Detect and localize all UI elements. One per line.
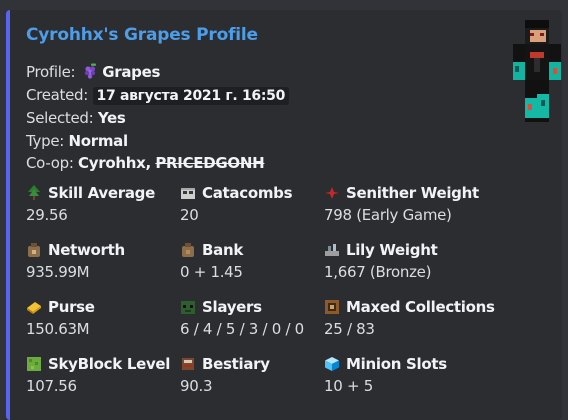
field-value: 0 + 1.45 (180, 263, 243, 281)
field-name: Bestiary (202, 355, 270, 373)
created-label: Created: (26, 85, 89, 104)
field-name: Maxed Collections (346, 298, 495, 316)
field-skill-average: Skill Average 29.56 (26, 182, 155, 224)
skull-icon (181, 188, 195, 199)
bestiary-book-icon (182, 358, 194, 370)
field-name: Slayers (202, 298, 262, 316)
field-name: SkyBlock Level (48, 355, 171, 373)
profile-label: Profile: (26, 63, 76, 81)
coop-label: Co-op: (26, 154, 74, 172)
field-value: 107.56 (26, 377, 77, 395)
field-name: Catacombs (202, 184, 293, 202)
type-value: Normal (68, 131, 128, 150)
profile-value: Grapes (102, 63, 161, 81)
field-name: Minion Slots (346, 355, 447, 373)
profile-embed: Cyrohhx's Grapes Profile Profile: Grapes… (6, 10, 562, 420)
field-slayers: Slayers 6 / 4 / 5 / 3 / 0 / 0 (180, 296, 304, 338)
type-label: Type: (26, 131, 65, 150)
field-maxed-collections: Maxed Collections 25 / 83 (324, 296, 495, 338)
gold-coin-icon (27, 302, 41, 314)
lily-weight-icon (325, 244, 339, 256)
skill-tree-icon (28, 185, 40, 200)
selected-row: Selected: Yes (26, 107, 289, 130)
slayer-head-icon (181, 301, 195, 314)
field-bestiary: Bestiary 90.3 (180, 353, 270, 395)
coop-separator: , (145, 154, 151, 172)
field-purse: Purse 150.63M (26, 296, 95, 338)
field-skyblock-level: SkyBlock Level 107.56 (26, 353, 170, 395)
item-frame-icon (325, 300, 339, 314)
field-minion-slots: Minion Slots 10 + 5 (324, 353, 447, 395)
coop-row: Co-op: Cyrohhx, PRICEDGONH (26, 152, 289, 175)
field-name: Purse (48, 298, 95, 316)
field-value: 6 / 4 / 5 / 3 / 0 / 0 (180, 320, 304, 338)
embed-title: Cyrohhx's Grapes Profile (26, 25, 258, 45)
field-lily-weight: Lily Weight 1,667 (Bronze) (324, 239, 438, 281)
field-name: Networth (48, 241, 125, 259)
field-senither-weight: Senither Weight 798 (Early Game) (324, 182, 479, 224)
field-name: Senither Weight (346, 184, 479, 202)
field-value: 1,667 (Bronze) (324, 263, 432, 281)
grass-block-icon (27, 357, 41, 371)
coop-member: Cyrohhx (78, 154, 146, 172)
previous-message-strip (0, 0, 568, 10)
field-bank: Bank 0 + 1.45 (180, 239, 243, 281)
field-networth: Networth 935.99M (26, 239, 125, 281)
bank-bag-icon (182, 243, 194, 257)
grapes-icon (84, 63, 96, 79)
type-row: Type: Normal (26, 130, 289, 153)
field-name: Lily Weight (346, 241, 438, 259)
field-value: 25 / 83 (324, 320, 375, 338)
red-star-icon (325, 187, 339, 199)
field-value: 150.63M (26, 320, 90, 338)
coop-member-struck: PRICEDGONH (155, 154, 265, 172)
field-value: 20 (180, 206, 199, 224)
selected-label: Selected: (26, 109, 94, 127)
minion-cube-icon (325, 357, 339, 371)
profile-row: Profile: Grapes (26, 61, 289, 84)
field-value: 10 + 5 (324, 377, 373, 395)
created-timestamp[interactable]: 17 августа 2021 г. 16:50 (92, 86, 290, 105)
money-bag-icon (28, 243, 40, 257)
field-value: 29.56 (26, 206, 68, 224)
created-row: Created: 17 августа 2021 г. 16:50 (26, 84, 290, 108)
field-name: Skill Average (48, 184, 155, 202)
field-value: 798 (Early Game) (324, 206, 452, 224)
minecraft-skin-thumbnail (513, 20, 561, 122)
field-value: 935.99M (26, 263, 90, 281)
profile-info: Profile: Grapes Created: 17 августа 2021… (26, 61, 290, 175)
field-value: 90.3 (180, 377, 213, 395)
selected-value: Yes (97, 109, 126, 127)
field-catacombs: Catacombs 20 (180, 182, 293, 224)
field-name: Bank (202, 241, 244, 259)
